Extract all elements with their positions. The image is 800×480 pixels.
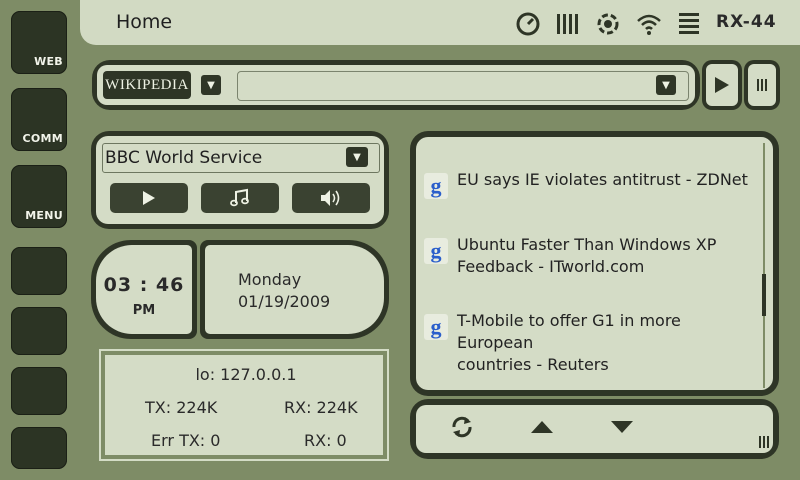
wifi-icon[interactable] <box>636 12 662 36</box>
search-panel: WIKIPEDIA ▼ ▼ <box>92 60 700 110</box>
battery-bars-icon[interactable] <box>556 12 580 36</box>
err-rx-value: RX: 0 <box>304 431 347 450</box>
loopback-address: lo: 127.0.0.1 <box>195 365 297 384</box>
radio-play-button[interactable] <box>110 183 188 213</box>
clock-icon[interactable] <box>516 12 540 36</box>
clock-time: 03 : 46 <box>103 274 185 296</box>
clock-day: Monday <box>238 270 302 289</box>
news-scrollbar-track[interactable] <box>763 143 765 388</box>
engine-dropdown-button[interactable]: ▼ <box>201 75 221 95</box>
news-headline: T-Mobile to offer G1 in more European cou… <box>457 311 681 374</box>
google-news-icon: g <box>424 314 448 340</box>
dock-web-button[interactable]: WEB <box>11 11 67 74</box>
dock-slot-4[interactable] <box>11 427 67 469</box>
station-select[interactable]: BBC World Service ▼ <box>102 143 380 173</box>
scroll-down-icon[interactable] <box>610 419 634 435</box>
search-engine-label: WIKIPEDIA <box>105 76 189 93</box>
dock-slot-3[interactable] <box>11 367 67 415</box>
news-item[interactable]: g Ubuntu Faster Than Windows XP Feedback … <box>424 234 754 280</box>
page-title: Home <box>116 11 173 33</box>
radio-panel: BBC World Service ▼ <box>91 131 389 229</box>
clock-time-panel: 03 : 46 PM <box>91 240 197 339</box>
tx-value: TX: 224K <box>145 398 218 417</box>
refresh-icon[interactable] <box>450 415 474 439</box>
station-dropdown-arrow[interactable]: ▼ <box>346 147 368 167</box>
radio-icon[interactable] <box>596 12 620 36</box>
signal-stack-icon[interactable] <box>678 12 700 36</box>
dock-slot-1[interactable] <box>11 247 67 295</box>
play-icon <box>143 191 155 205</box>
radio-music-button[interactable] <box>201 183 279 213</box>
err-tx-value: Err TX: 0 <box>151 431 221 450</box>
google-news-icon: g <box>424 238 448 264</box>
grip-icon[interactable] <box>758 436 770 448</box>
radio-volume-button[interactable] <box>292 183 370 213</box>
news-controls-panel <box>410 399 779 459</box>
dock-comm-label: COMM <box>22 132 63 145</box>
news-headline: EU says IE violates antitrust - ZDNet <box>457 170 748 189</box>
dock-comm-button[interactable]: COMM <box>11 88 67 151</box>
search-history-dropdown[interactable]: ▼ <box>656 75 676 95</box>
network-stats-panel: lo: 127.0.0.1 TX: 224K RX: 224K Err TX: … <box>99 349 389 461</box>
news-item[interactable]: g T-Mobile to offer G1 in more European c… <box>424 310 754 374</box>
station-name: BBC World Service <box>105 148 263 168</box>
dock-web-label: WEB <box>34 55 63 68</box>
grip-icon[interactable] <box>756 79 768 91</box>
clock-ampm: PM <box>132 303 156 318</box>
dock-menu-label: MENU <box>25 209 63 222</box>
dock-menu-button[interactable]: MENU <box>11 165 67 228</box>
wikipedia-logo[interactable]: WIKIPEDIA <box>103 71 191 99</box>
device-model-label: RX-44 <box>716 12 777 32</box>
search-input[interactable] <box>237 71 689 101</box>
dock-slot-2[interactable] <box>11 307 67 355</box>
search-menu-panel <box>744 60 780 110</box>
search-go-panel <box>702 60 742 110</box>
music-note-icon <box>230 188 249 207</box>
speaker-icon <box>321 190 340 206</box>
news-scrollbar-thumb[interactable] <box>762 274 766 316</box>
rx-value: RX: 224K <box>284 398 358 417</box>
scroll-up-icon[interactable] <box>530 419 554 435</box>
google-news-icon: g <box>424 173 448 199</box>
news-headline: Ubuntu Faster Than Windows XP Feedback - … <box>457 235 717 276</box>
news-item[interactable]: g EU says IE violates antitrust - ZDNet <box>424 169 754 199</box>
go-play-icon[interactable] <box>713 76 731 94</box>
clock-date: 01/19/2009 <box>238 292 331 311</box>
clock-date-panel: Monday 01/19/2009 <box>200 240 389 339</box>
top-bar: Home RX-44 <box>80 0 800 45</box>
news-panel: g EU says IE violates antitrust - ZDNet … <box>410 131 779 396</box>
